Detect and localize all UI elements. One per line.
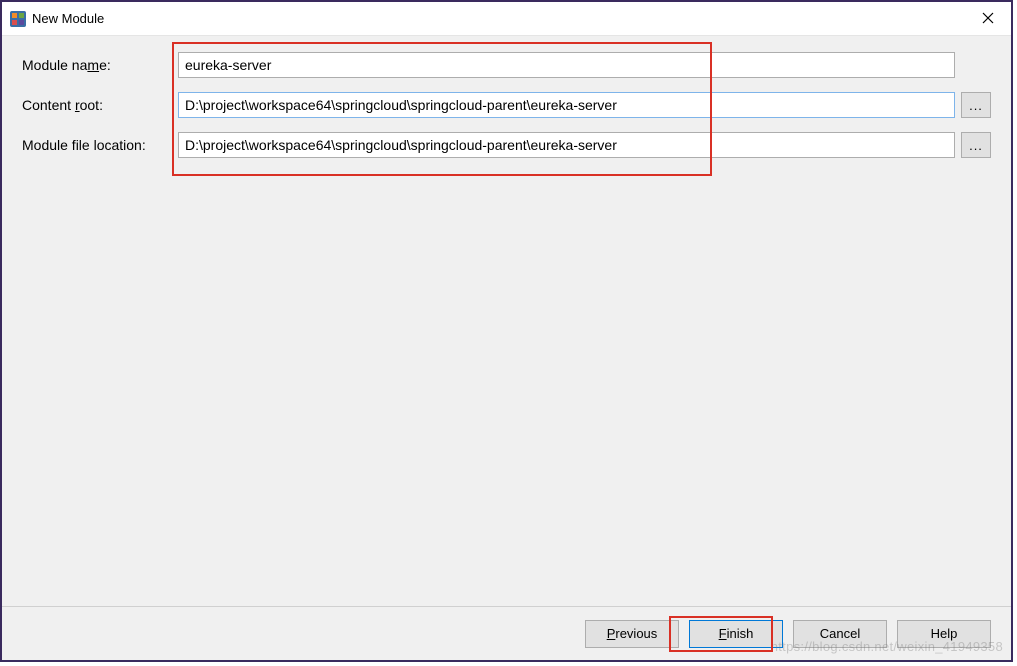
content-root-browse-button[interactable]: ... bbox=[961, 92, 991, 118]
content-area: Module name: Content root: ... Module fi… bbox=[2, 36, 1011, 606]
window-title: New Module bbox=[32, 11, 104, 26]
module-file-browse-button[interactable]: ... bbox=[961, 132, 991, 158]
module-name-label: Module name: bbox=[22, 57, 178, 73]
app-icon bbox=[10, 11, 26, 27]
previous-button[interactable]: Previous bbox=[585, 620, 679, 648]
titlebar[interactable]: New Module bbox=[2, 2, 1011, 36]
content-root-row: Content root: ... bbox=[22, 92, 991, 118]
finish-button[interactable]: Finish bbox=[689, 620, 783, 648]
module-file-location-label: Module file location: bbox=[22, 137, 178, 153]
content-root-input[interactable] bbox=[178, 92, 955, 118]
close-icon bbox=[982, 12, 994, 24]
close-button[interactable] bbox=[965, 2, 1011, 34]
module-name-row: Module name: bbox=[22, 52, 991, 78]
module-file-location-row: Module file location: ... bbox=[22, 132, 991, 158]
dialog-window: New Module Module name: Content root: ..… bbox=[0, 0, 1013, 662]
content-root-label: Content root: bbox=[22, 97, 178, 113]
module-name-input[interactable] bbox=[178, 52, 955, 78]
help-button[interactable]: Help bbox=[897, 620, 991, 648]
cancel-button[interactable]: Cancel bbox=[793, 620, 887, 648]
module-file-location-input[interactable] bbox=[178, 132, 955, 158]
button-bar: Previous Finish Cancel Help bbox=[2, 606, 1011, 660]
